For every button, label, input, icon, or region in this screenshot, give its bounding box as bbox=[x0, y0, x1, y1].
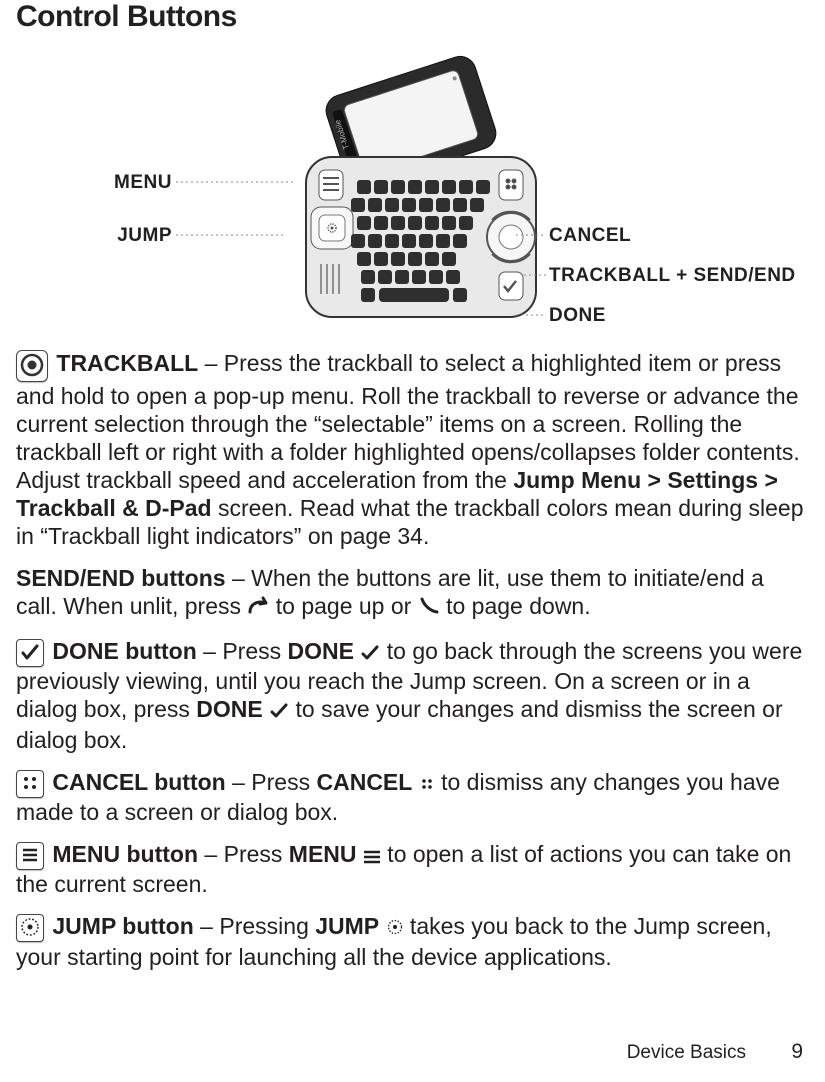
done-glyph-icon-2 bbox=[269, 701, 289, 725]
cancel-icon bbox=[16, 770, 44, 798]
para-jump: JUMP button – Pressing JUMP takes you ba… bbox=[16, 912, 805, 970]
callout-menu: MENU bbox=[82, 172, 172, 194]
para-done: DONE button – Press DONE to go back thro… bbox=[16, 637, 805, 754]
lead-jump: JUMP button bbox=[52, 913, 193, 939]
callout-done: DONE bbox=[549, 305, 606, 327]
cancel-glyph-icon bbox=[419, 774, 435, 798]
jump-icon bbox=[16, 914, 44, 942]
callout-cancel: CANCEL bbox=[549, 225, 631, 247]
page-footer: Device Basics 9 bbox=[627, 1040, 803, 1064]
callout-trackball-sendend: TRACKBALL + SEND/END bbox=[549, 265, 796, 287]
para-trackball: TRACKBALL – Press the trackball to selec… bbox=[16, 349, 805, 550]
callout-jump: JUMP bbox=[82, 225, 172, 247]
lead-trackball: TRACKBALL bbox=[56, 350, 198, 376]
end-icon bbox=[418, 596, 440, 622]
jump-glyph-icon bbox=[386, 918, 404, 942]
trackball-icon bbox=[16, 350, 48, 382]
para-sendend: SEND/END buttons – When the buttons are … bbox=[16, 564, 805, 622]
para-cancel: CANCEL button – Press CANCEL to dismiss … bbox=[16, 768, 805, 826]
footer-page-number: 9 bbox=[791, 1040, 803, 1064]
menu-icon bbox=[16, 842, 44, 870]
lead-menu: MENU button bbox=[52, 841, 198, 867]
device-diagram: T-Mobile bbox=[16, 42, 805, 337]
lead-cancel: CANCEL button bbox=[52, 769, 225, 795]
footer-section: Device Basics bbox=[627, 1042, 746, 1063]
lead-sendend: SEND/END buttons bbox=[16, 565, 226, 591]
done-glyph-icon bbox=[360, 643, 380, 667]
para-menu: MENU button – Press MENU to open a list … bbox=[16, 840, 805, 898]
lead-done: DONE button bbox=[52, 638, 196, 664]
device-illustration: T-Mobile bbox=[261, 42, 561, 332]
menu-glyph-icon bbox=[363, 846, 381, 870]
send-icon bbox=[247, 596, 269, 622]
section-title: Control Buttons bbox=[16, 0, 805, 34]
done-icon bbox=[16, 639, 44, 667]
